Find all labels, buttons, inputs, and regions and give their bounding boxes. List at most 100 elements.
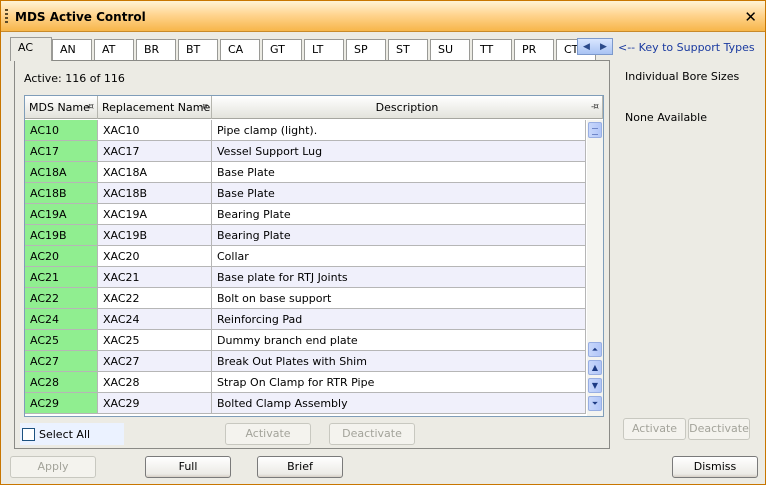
tab-st[interactable]: ST bbox=[388, 39, 428, 60]
table-row[interactable]: AC24 XAC24 Reinforcing Pad bbox=[25, 309, 586, 330]
description-cell[interactable]: Vessel Support Lug bbox=[212, 141, 586, 162]
description-cell[interactable]: Base Plate bbox=[212, 162, 586, 183]
mds-name-cell[interactable]: AC28 bbox=[25, 372, 98, 393]
bore-deactivate-button[interactable]: Deactivate bbox=[688, 418, 750, 440]
tab-ca[interactable]: CA bbox=[220, 39, 260, 60]
scroll-up-icon[interactable]: ▲ bbox=[588, 360, 602, 375]
description-cell[interactable]: Bolt on base support bbox=[212, 288, 586, 309]
replacement-name-cell[interactable]: XAC18B bbox=[98, 183, 212, 204]
mds-name-cell[interactable]: AC19A bbox=[25, 204, 98, 225]
replacement-name-cell[interactable]: XAC22 bbox=[98, 288, 212, 309]
replacement-name-cell[interactable]: XAC20 bbox=[98, 246, 212, 267]
table-row[interactable]: AC27 XAC27 Break Out Plates with Shim bbox=[25, 351, 586, 372]
mds-name-cell[interactable]: AC25 bbox=[25, 330, 98, 351]
tab-lt[interactable]: LT bbox=[304, 39, 344, 60]
tab-an[interactable]: AN bbox=[52, 39, 92, 60]
mds-name-cell[interactable]: AC24 bbox=[25, 309, 98, 330]
mds-name-cell[interactable]: AC17 bbox=[25, 141, 98, 162]
description-cell[interactable]: Reinforcing Pad bbox=[212, 309, 586, 330]
apply-button[interactable]: Apply bbox=[10, 456, 96, 478]
replacement-name-cell[interactable]: XAC29 bbox=[98, 393, 212, 414]
key-to-support-types-link[interactable]: <-- Key to Support Types bbox=[618, 41, 755, 54]
replacement-name-cell[interactable]: XAC28 bbox=[98, 372, 212, 393]
mds-name-cell[interactable]: AC27 bbox=[25, 351, 98, 372]
title-bar[interactable]: MDS Active Control ✕ bbox=[1, 1, 765, 32]
replacement-name-cell[interactable]: XAC10 bbox=[98, 120, 212, 141]
replacement-name-cell[interactable]: XAC27 bbox=[98, 351, 212, 372]
tab-gt[interactable]: GT bbox=[262, 39, 302, 60]
chevron-right-icon[interactable]: ▶ bbox=[600, 42, 607, 52]
chevron-left-icon[interactable]: ◀ bbox=[583, 42, 590, 52]
brief-button[interactable]: Brief bbox=[257, 456, 343, 478]
mds-name-cell[interactable]: AC22 bbox=[25, 288, 98, 309]
tab-tt[interactable]: TT bbox=[472, 39, 512, 60]
description-cell[interactable]: Dummy branch end plate bbox=[212, 330, 586, 351]
mds-name-cell[interactable]: AC19B bbox=[25, 225, 98, 246]
description-cell[interactable]: Base Plate bbox=[212, 183, 586, 204]
description-cell[interactable]: Strap On Clamp for RTR Pipe bbox=[212, 372, 586, 393]
close-icon[interactable]: ✕ bbox=[744, 8, 757, 26]
scroll-down-icon[interactable]: ▼ bbox=[588, 378, 602, 393]
table-row[interactable]: AC22 XAC22 Bolt on base support bbox=[25, 288, 586, 309]
table-row[interactable]: AC10 XAC10 Pipe clamp (light). bbox=[25, 120, 586, 141]
tab-ac[interactable]: AC bbox=[10, 37, 52, 61]
description-cell[interactable]: Bolted Clamp Assembly bbox=[212, 393, 586, 414]
pin-icon[interactable]: -¤ bbox=[591, 102, 599, 112]
mds-name-cell[interactable]: AC10 bbox=[25, 120, 98, 141]
replacement-name-cell[interactable]: XAC17 bbox=[98, 141, 212, 162]
tab-su[interactable]: SU bbox=[430, 39, 470, 60]
description-cell[interactable]: Bearing Plate bbox=[212, 204, 586, 225]
description-cell[interactable]: Base plate for RTJ Joints bbox=[212, 267, 586, 288]
vertical-scrollbar[interactable]: ⏶ ▲ ▼ ⏷ bbox=[587, 120, 603, 416]
table-row[interactable]: AC19A XAC19A Bearing Plate bbox=[25, 204, 586, 225]
scroll-top-icon[interactable]: ⏶ bbox=[588, 342, 602, 357]
table-row[interactable]: AC29 XAC29 Bolted Clamp Assembly bbox=[25, 393, 586, 414]
dismiss-button[interactable]: Dismiss bbox=[672, 456, 758, 478]
table-row[interactable]: AC25 XAC25 Dummy branch end plate bbox=[25, 330, 586, 351]
description-cell[interactable]: Break Out Plates with Shim bbox=[212, 351, 586, 372]
full-button[interactable]: Full bbox=[145, 456, 231, 478]
table-row[interactable]: AC18B XAC18B Base Plate bbox=[25, 183, 586, 204]
scroll-bottom-icon[interactable]: ⏷ bbox=[588, 396, 602, 411]
mds-name-cell[interactable]: AC29 bbox=[25, 393, 98, 414]
mds-name-cell[interactable]: AC21 bbox=[25, 267, 98, 288]
table-row[interactable]: AC19B XAC19B Bearing Plate bbox=[25, 225, 586, 246]
table-row[interactable]: AC28 XAC28 Strap On Clamp for RTR Pipe bbox=[25, 372, 586, 393]
checkbox-box[interactable] bbox=[22, 427, 35, 441]
column-header-mds-name[interactable]: MDS Name -¤ bbox=[25, 96, 98, 119]
table-row[interactable]: AC17 XAC17 Vessel Support Lug bbox=[25, 141, 586, 162]
mds-name-cell[interactable]: AC18B bbox=[25, 183, 98, 204]
mds-name-cell[interactable]: AC20 bbox=[25, 246, 98, 267]
replacement-name-cell[interactable]: XAC21 bbox=[98, 267, 212, 288]
pin-icon[interactable]: -¤ bbox=[200, 102, 208, 112]
tab-br[interactable]: BR bbox=[136, 39, 176, 60]
tab-bt[interactable]: BT bbox=[178, 39, 218, 60]
select-all-label: Select All bbox=[39, 427, 91, 441]
replacement-name-cell[interactable]: XAC19A bbox=[98, 204, 212, 225]
select-all-checkbox[interactable]: Select All bbox=[20, 423, 124, 445]
tab-at[interactable]: AT bbox=[94, 39, 134, 60]
activate-button[interactable]: Activate bbox=[225, 423, 311, 445]
description-cell[interactable]: Collar bbox=[212, 246, 586, 267]
table-row[interactable]: AC18A XAC18A Base Plate bbox=[25, 162, 586, 183]
replacement-name-cell[interactable]: XAC19B bbox=[98, 225, 212, 246]
column-header-description[interactable]: Description -¤ bbox=[212, 96, 603, 119]
column-header-replacement-name[interactable]: Replacement Name -¤ bbox=[98, 96, 212, 119]
tab-sp[interactable]: SP bbox=[346, 39, 386, 60]
deactivate-button[interactable]: Deactivate bbox=[329, 423, 415, 445]
bore-activate-button[interactable]: Activate bbox=[623, 418, 686, 440]
grip-icon bbox=[5, 9, 8, 25]
description-cell[interactable]: Bearing Plate bbox=[212, 225, 586, 246]
table-row[interactable]: AC21 XAC21 Base plate for RTJ Joints bbox=[25, 267, 586, 288]
tab-pr[interactable]: PR bbox=[514, 39, 554, 60]
scroll-thumb[interactable] bbox=[588, 122, 602, 138]
replacement-name-cell[interactable]: XAC18A bbox=[98, 162, 212, 183]
pin-icon[interactable]: -¤ bbox=[86, 102, 94, 112]
description-cell[interactable]: Pipe clamp (light). bbox=[212, 120, 586, 141]
replacement-name-cell[interactable]: XAC25 bbox=[98, 330, 212, 351]
replacement-name-cell[interactable]: XAC24 bbox=[98, 309, 212, 330]
active-count: Active: 116 of 116 bbox=[24, 72, 125, 85]
mds-name-cell[interactable]: AC18A bbox=[25, 162, 98, 183]
table-row[interactable]: AC20 XAC20 Collar bbox=[25, 246, 586, 267]
support-grid: MDS Name -¤ Replacement Name -¤ Descript… bbox=[24, 95, 604, 417]
